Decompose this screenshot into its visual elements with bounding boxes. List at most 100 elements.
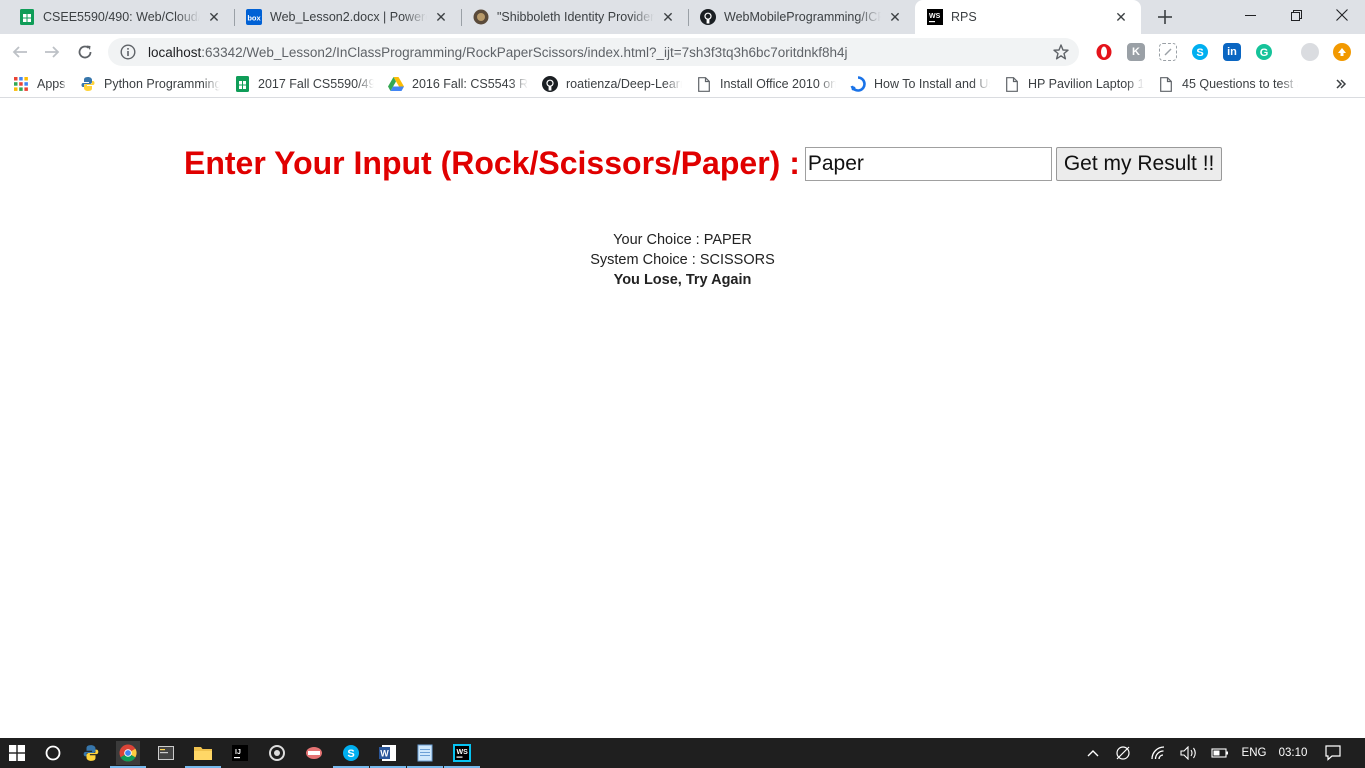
page-icon <box>1004 76 1020 92</box>
update-icon[interactable] <box>1333 43 1351 61</box>
choice-input[interactable] <box>804 146 1052 181</box>
taskbar-notepad-app[interactable] <box>407 741 443 768</box>
svg-text:WS: WS <box>929 13 941 20</box>
taskbar-terminal-app[interactable] <box>154 741 178 765</box>
tab-shibboleth[interactable]: "Shibboleth Identity Provider - ✕ <box>461 0 688 34</box>
shibboleth-icon <box>473 9 489 25</box>
input-row: Enter Your Input (Rock/Scissors/Paper) :… <box>184 145 1223 182</box>
bookmark-star-icon[interactable] <box>1051 42 1071 62</box>
tab-title: CSEE5590/490: Web/Cloud/Mobile <box>43 10 200 24</box>
your-choice-text: Your Choice : PAPER <box>613 232 752 248</box>
chevron-up-icon <box>1087 750 1099 757</box>
bookmark-github[interactable]: roatienza/Deep-Learn <box>542 75 682 93</box>
network-activity-icon[interactable] <box>1113 738 1135 768</box>
prompt-label: Enter Your Input (Rock/Scissors/Paper) : <box>184 145 800 181</box>
taskbar-anaconda-app[interactable] <box>265 741 289 765</box>
svg-text:S: S <box>1196 47 1203 59</box>
taskbar-intellij-app[interactable]: IJ <box>228 741 252 765</box>
profile-avatar-icon[interactable] <box>1301 43 1319 61</box>
taskbar-word-app[interactable]: W <box>370 741 406 768</box>
close-icon[interactable]: ✕ <box>887 9 903 25</box>
page-content: Enter Your Input (Rock/Scissors/Paper) :… <box>0 101 1365 738</box>
bookmark-hp[interactable]: HP Pavilion Laptop 15 <box>1004 75 1144 93</box>
tab-rps[interactable]: WS RPS ✕ <box>915 0 1141 34</box>
back-button[interactable] <box>8 40 32 64</box>
bookmark-drive[interactable]: 2016 Fall: CS5543 Re <box>388 75 528 93</box>
arrow-right-icon <box>45 46 60 58</box>
tab-github[interactable]: WebMobileProgramming/ICPs ✕ <box>688 0 915 34</box>
taskbar-chrome-app[interactable] <box>110 741 146 768</box>
kami-extension-icon[interactable]: K <box>1127 43 1145 61</box>
taskbar-python-app[interactable] <box>79 741 103 765</box>
close-window-button[interactable] <box>1319 0 1365 30</box>
bookmark-questions[interactable]: 45 Questions to test a <box>1158 75 1298 93</box>
clock[interactable]: 03:10 <box>1273 738 1313 768</box>
browser-toolbar: localhost:63342/Web_Lesson2/InClassProgr… <box>0 34 1365 70</box>
svg-text:S: S <box>347 748 354 760</box>
bookmark-sheets[interactable]: 2017 Fall CS5590/490 <box>234 75 374 93</box>
action-center-button[interactable] <box>1320 738 1346 768</box>
new-tab-button[interactable] <box>1153 5 1177 29</box>
bookmark-label: How To Install and Us <box>874 77 990 91</box>
terminal-icon <box>158 746 174 760</box>
bookmark-apps[interactable]: Apps <box>13 75 66 93</box>
restore-button[interactable] <box>1273 0 1319 30</box>
bookmarks-overflow-button[interactable] <box>1335 75 1349 93</box>
language-indicator[interactable]: ENG <box>1238 738 1270 768</box>
close-icon[interactable]: ✕ <box>660 9 676 25</box>
close-icon[interactable]: ✕ <box>1113 9 1129 25</box>
sheets-icon <box>19 9 35 25</box>
system-choice-text: System Choice : SCISSORS <box>590 252 775 268</box>
tab-sheets[interactable]: CSEE5590/490: Web/Cloud/Mobile ✕ <box>0 0 234 34</box>
battery-icon[interactable] <box>1209 738 1231 768</box>
taskbar-webstorm-app[interactable]: WS <box>444 741 480 768</box>
reload-button[interactable] <box>73 40 97 64</box>
tab-title: RPS <box>951 10 977 24</box>
taskbar-skype-app[interactable]: S <box>333 741 369 768</box>
search-button[interactable] <box>41 741 65 765</box>
wifi-icon[interactable] <box>1147 738 1169 768</box>
bookmark-python[interactable]: Python Programming <box>80 75 220 93</box>
close-icon[interactable]: ✕ <box>206 9 222 25</box>
bookmark-label: roatienza/Deep-Learn <box>566 77 682 91</box>
folder-icon <box>194 747 212 760</box>
apps-grid-icon <box>13 76 29 92</box>
bookmark-howto[interactable]: How To Install and Us <box>850 75 990 93</box>
webstorm-icon: WS <box>927 9 943 25</box>
bookmark-office[interactable]: Install Office 2010 on <box>696 75 836 93</box>
opera-extension-icon[interactable] <box>1095 43 1113 61</box>
github-icon <box>700 9 716 25</box>
address-bar[interactable]: localhost:63342/Web_Lesson2/InClassProgr… <box>108 38 1079 66</box>
volume-icon[interactable] <box>1178 738 1200 768</box>
grammarly-extension-icon[interactable]: G <box>1255 43 1273 61</box>
tab-title: WebMobileProgramming/ICPs <box>724 10 881 24</box>
bookmarks-bar: Apps Python Programming 2017 Fall CS5590… <box>0 70 1365 98</box>
forward-button[interactable] <box>40 40 64 64</box>
get-result-button[interactable]: Get my Result !! <box>1055 146 1223 181</box>
windows-taskbar: IJ S W WS ENG 03:10 <box>0 738 1365 768</box>
info-icon[interactable] <box>120 44 136 60</box>
windows-logo-icon <box>9 745 25 761</box>
taskbar-snipping-app[interactable] <box>302 741 326 765</box>
tab-title: Web_Lesson2.docx | Powered by Box <box>270 10 427 24</box>
tab-box[interactable]: box Web_Lesson2.docx | Powered by Box ✕ <box>234 0 461 34</box>
start-button[interactable] <box>5 741 29 765</box>
skype-extension-icon[interactable]: S <box>1191 43 1209 61</box>
python-icon <box>80 76 96 92</box>
url-host: localhost <box>148 44 202 60</box>
skype-icon: S <box>343 745 359 761</box>
drive-icon <box>388 76 404 92</box>
url-text[interactable]: localhost:63342/Web_Lesson2/InClassProgr… <box>148 45 1051 60</box>
chevron-double-right-icon <box>1336 79 1347 89</box>
linkedin-extension-icon[interactable]: in <box>1223 43 1241 61</box>
result-panel: Your Choice : PAPER System Choice : SCIS… <box>0 230 1365 290</box>
taskbar-explorer-app[interactable] <box>185 741 221 768</box>
clipper-extension-icon[interactable] <box>1159 43 1177 61</box>
show-hidden-icons-button[interactable] <box>1083 738 1103 768</box>
svg-text:G: G <box>1260 47 1269 59</box>
word-icon: W <box>379 745 396 761</box>
minimize-button[interactable] <box>1227 0 1273 30</box>
bookmark-label: Python Programming <box>104 77 220 91</box>
spinner-icon <box>850 76 866 92</box>
close-icon[interactable]: ✕ <box>433 9 449 25</box>
